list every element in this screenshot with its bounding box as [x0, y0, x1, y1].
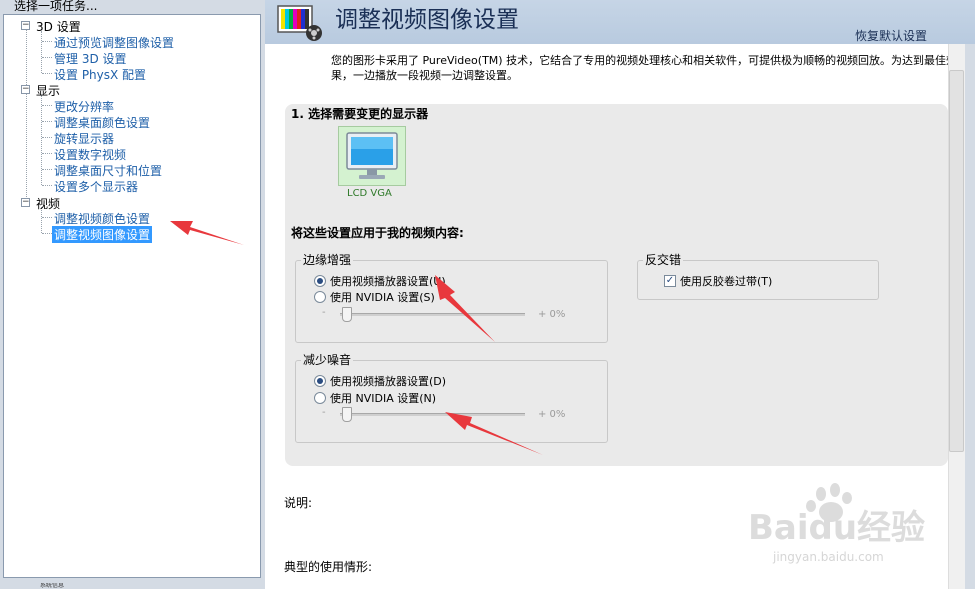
deinterlacing-label[interactable]: 使用反胶卷过带(T) [680, 273, 772, 289]
monitor-icon [346, 132, 398, 179]
tree-connector [42, 233, 52, 234]
tree-category-display[interactable]: 显示 [36, 82, 60, 99]
tree-item-resolution[interactable]: 更改分辨率 [54, 98, 114, 115]
tree-item-multi-display[interactable]: 设置多个显示器 [54, 178, 138, 195]
noise-nvidia-label[interactable]: 使用 NVIDIA 设置(N) [330, 390, 436, 406]
edge-slider-thumb[interactable] [342, 307, 352, 322]
watermark-url: jingyan.baidu.com [773, 550, 884, 564]
tree-connector [42, 137, 52, 138]
tree-connector [42, 185, 52, 186]
tree-connector [42, 217, 52, 218]
deinterlacing-checkbox[interactable]: ✓ [664, 275, 676, 287]
restore-defaults-link[interactable]: 恢复默认设置 [855, 27, 927, 44]
page-title: 调整视频图像设置 [335, 7, 519, 33]
tree-connector [41, 95, 42, 185]
tree-item-digital-video[interactable]: 设置数字视频 [54, 146, 126, 163]
tree-connector [42, 73, 52, 74]
tree-connector [42, 41, 52, 42]
video-settings-icon [277, 2, 325, 42]
monitor-tile[interactable] [338, 126, 406, 186]
section1-title: 1. 选择需要变更的显示器 [291, 107, 429, 121]
tree-connector [42, 57, 52, 58]
tree-connector [42, 153, 52, 154]
tree-item-desktop-color[interactable]: 调整桌面颜色设置 [54, 114, 150, 131]
scrollbar-thumb[interactable] [949, 70, 964, 452]
tree-item-video-image[interactable]: 调整视频图像设置 [52, 226, 153, 243]
collapse-toggle-3d[interactable]: − [21, 21, 30, 30]
annotation-arrow [445, 412, 543, 455]
tree-item-desktop-size[interactable]: 调整桌面尺寸和位置 [54, 162, 162, 179]
edge-enhancement-title: 边缘增强 [301, 251, 354, 268]
watermark-brand: Baidu经验 [748, 508, 926, 548]
tree-connector [42, 105, 52, 106]
page-description: 您的图形卡采用了 PureVideo(TM) 技术，它结合了专用的视频处理核心和… [331, 54, 958, 82]
noise-slider-thumb[interactable] [342, 407, 352, 422]
task-label: 选择一项任务... [14, 0, 98, 13]
noise-slider-minus: - [322, 407, 326, 418]
system-info-link[interactable]: 系统信息 [40, 583, 64, 589]
collapse-toggle-video[interactable]: − [21, 198, 30, 207]
noise-nvidia-radio[interactable] [314, 392, 326, 404]
annotation-arrow [435, 275, 495, 342]
tree-item-manage-3d[interactable]: 管理 3D 设置 [54, 50, 127, 67]
tree-connector [41, 31, 42, 73]
tree-item-physx[interactable]: 设置 PhysX 配置 [54, 66, 146, 83]
tree-connector [26, 27, 27, 205]
annotation-arrow [170, 221, 244, 245]
collapse-toggle-display[interactable]: − [21, 85, 30, 94]
noise-player-radio[interactable] [314, 375, 326, 387]
tree-connector [42, 121, 52, 122]
apply-settings-title: 将这些设置应用于我的视频内容: [291, 226, 464, 240]
tree-item-preview-image[interactable]: 通过预览调整图像设置 [54, 34, 174, 51]
edge-slider-minus: - [322, 307, 326, 318]
edge-slider-value: + 0% [538, 309, 566, 320]
monitor-label: LCD VGA [347, 188, 392, 199]
tree-item-rotate[interactable]: 旋转显示器 [54, 130, 114, 147]
noise-reduction-title: 减少噪音 [301, 351, 354, 368]
deinterlacing-title: 反交错 [643, 251, 684, 268]
tree-item-video-color[interactable]: 调整视频颜色设置 [54, 210, 150, 227]
tree-category-3d[interactable]: 3D 设置 [36, 18, 81, 35]
edge-nvidia-radio[interactable] [314, 291, 326, 303]
noise-player-label[interactable]: 使用视频播放器设置(D) [330, 373, 446, 389]
task-tree: − 3D 设置 通过预览调整图像设置 管理 3D 设置 设置 PhysX 配置 … [3, 14, 261, 578]
usage-label: 典型的使用情形: [284, 560, 373, 574]
tree-connector [42, 169, 52, 170]
edge-player-radio[interactable] [314, 275, 326, 287]
note-label: 说明: [284, 496, 313, 510]
